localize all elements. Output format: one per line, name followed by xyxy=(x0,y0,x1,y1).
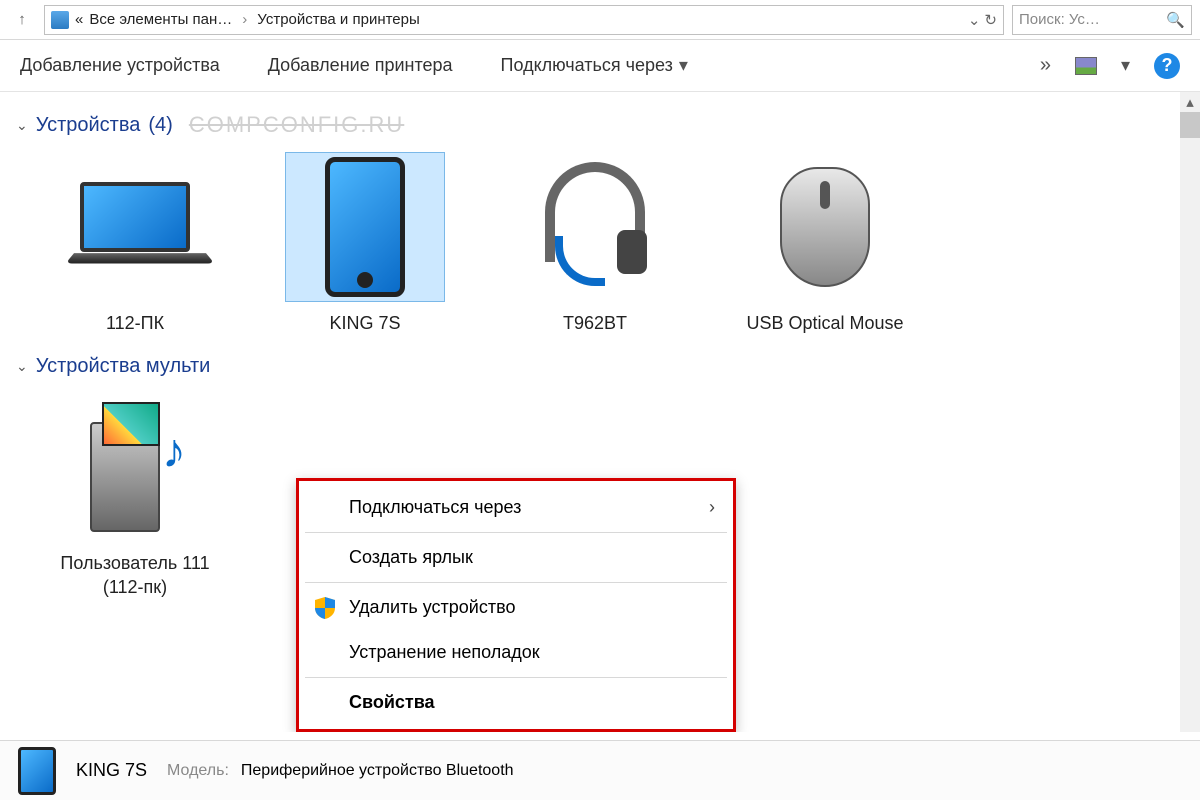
breadcrumb-separator-icon: › xyxy=(242,11,247,28)
media-device-icon: ♪ xyxy=(90,402,180,532)
mouse-icon xyxy=(780,167,870,287)
details-device-name: KING 7S xyxy=(76,760,147,781)
breadcrumb-part-2[interactable]: Устройства и принтеры xyxy=(257,11,419,28)
search-icon: 🔍 xyxy=(1166,11,1185,29)
device-item-phone[interactable]: KING 7S xyxy=(270,152,460,335)
view-options-icon[interactable] xyxy=(1075,57,1097,75)
section-multimedia-header[interactable]: ⌄ Устройства мульти xyxy=(10,345,1200,388)
devices-grid: 112-ПК KING 7S T962BT USB Optical Mouse xyxy=(10,148,1200,345)
search-input[interactable]: Поиск: Ус… 🔍 xyxy=(1012,5,1192,35)
menu-separator xyxy=(305,677,727,678)
menu-separator xyxy=(305,532,727,533)
device-label: Пользователь 111 (112-пк) xyxy=(40,552,230,599)
menu-troubleshoot[interactable]: Устранение неполадок xyxy=(299,630,733,675)
add-device-label: Добавление устройства xyxy=(20,55,220,76)
section-devices-title: Устройства xyxy=(36,114,141,137)
toolbar-overflow-button[interactable]: » xyxy=(1040,54,1051,77)
details-pane: KING 7S Модель: Периферийное устройство … xyxy=(0,740,1200,800)
scrollbar-thumb[interactable] xyxy=(1180,112,1200,138)
menu-label: Свойства xyxy=(349,692,435,713)
device-item-media[interactable]: ♪ Пользователь 111 (112-пк) xyxy=(40,392,230,599)
watermark-text: COMPCONFIG.RU xyxy=(189,112,404,138)
refresh-icon[interactable]: ↻ xyxy=(984,11,997,29)
device-label: 112-ПК xyxy=(40,312,230,335)
arrow-up-icon: ↑ xyxy=(18,11,26,28)
menu-properties[interactable]: Свойства xyxy=(299,680,733,725)
section-multimedia-title: Устройства мульти xyxy=(36,355,211,378)
phone-icon xyxy=(325,157,405,297)
help-icon[interactable]: ? xyxy=(1154,53,1180,79)
nav-up-button[interactable]: ↑ xyxy=(8,6,36,34)
device-label: KING 7S xyxy=(270,312,460,335)
headset-icon xyxy=(535,162,655,292)
address-bar: ↑ « Все элементы пан… › Устройства и при… xyxy=(0,0,1200,40)
vertical-scrollbar[interactable]: ▴ xyxy=(1180,92,1200,732)
chevron-down-icon[interactable]: ▾ xyxy=(1121,55,1130,76)
uac-shield-icon xyxy=(315,597,335,619)
add-device-button[interactable]: Добавление устройства xyxy=(20,55,220,76)
menu-remove-device[interactable]: Удалить устройство xyxy=(299,585,733,630)
search-placeholder: Поиск: Ус… xyxy=(1019,11,1160,28)
menu-connect-via[interactable]: Подключаться через › xyxy=(299,485,733,530)
context-menu: Подключаться через › Создать ярлык Удали… xyxy=(296,478,736,732)
details-model-label: Модель: xyxy=(167,762,229,780)
details-phone-icon xyxy=(18,747,56,795)
add-printer-button[interactable]: Добавление принтера xyxy=(268,55,453,76)
menu-label: Создать ярлык xyxy=(349,547,473,568)
menu-separator xyxy=(305,582,727,583)
content-area: ⌄ Устройства (4) COMPCONFIG.RU 112-ПК KI… xyxy=(0,92,1200,732)
device-item-mouse[interactable]: USB Optical Mouse xyxy=(730,152,920,335)
menu-label: Удалить устройство xyxy=(349,597,515,618)
device-item-laptop[interactable]: 112-ПК xyxy=(40,152,230,335)
connect-via-button[interactable]: Подключаться через ▾ xyxy=(501,55,688,76)
section-devices-count: (4) xyxy=(148,114,172,137)
connect-via-label: Подключаться через xyxy=(501,55,673,76)
chevron-down-icon[interactable]: ⌄ xyxy=(968,11,981,29)
device-label: USB Optical Mouse xyxy=(730,312,920,335)
menu-label: Устранение неполадок xyxy=(349,642,540,663)
add-printer-label: Добавление принтера xyxy=(268,55,453,76)
device-item-headset[interactable]: T962BT xyxy=(500,152,690,335)
control-panel-icon xyxy=(51,11,69,29)
menu-label: Подключаться через xyxy=(349,497,521,518)
chevron-down-icon: ⌄ xyxy=(16,358,28,375)
laptop-icon xyxy=(70,182,200,272)
menu-create-shortcut[interactable]: Создать ярлык xyxy=(299,535,733,580)
section-devices-header[interactable]: ⌄ Устройства (4) COMPCONFIG.RU xyxy=(10,102,1200,148)
chevron-down-icon: ⌄ xyxy=(16,117,28,134)
breadcrumb-prefix: « xyxy=(75,11,83,28)
command-toolbar: Добавление устройства Добавление принтер… xyxy=(0,40,1200,92)
chevron-down-icon: ▾ xyxy=(679,55,688,76)
scroll-up-arrow-icon[interactable]: ▴ xyxy=(1180,92,1200,112)
device-label: T962BT xyxy=(500,312,690,335)
details-model-value: Периферийное устройство Bluetooth xyxy=(241,762,514,780)
chevron-right-icon: › xyxy=(709,497,715,518)
breadcrumb-bar[interactable]: « Все элементы пан… › Устройства и принт… xyxy=(44,5,1004,35)
breadcrumb-part-1[interactable]: Все элементы пан… xyxy=(89,11,232,28)
